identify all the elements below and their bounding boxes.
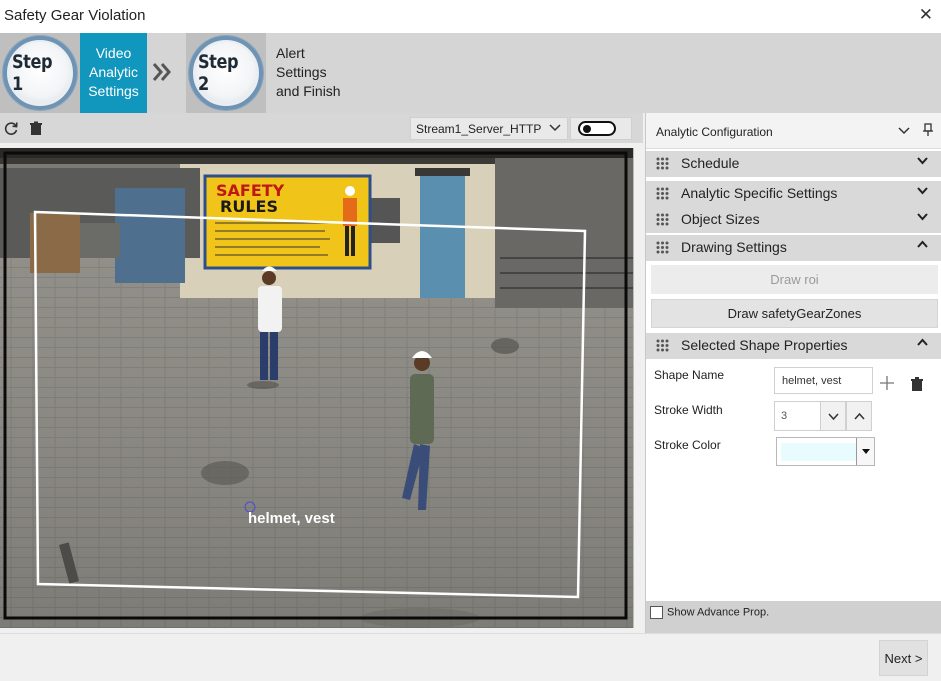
close-icon[interactable]: ✕ <box>919 5 933 25</box>
show-advance-label: Show Advance Prop. <box>667 606 770 619</box>
chevron-down-icon <box>549 121 561 136</box>
next-button[interactable]: Next > <box>879 640 928 676</box>
section-schedule-label: Schedule <box>681 155 740 171</box>
poster-text: RULES <box>220 197 278 216</box>
add-icon[interactable] <box>879 375 895 396</box>
stream-select[interactable]: Stream1_Server_HTTP <box>410 117 568 140</box>
show-advance-checkbox[interactable] <box>650 606 663 619</box>
title-bar: Safety Gear Violation ✕ <box>0 0 941 33</box>
step1-label[interactable]: Video Analytic Settings <box>80 33 147 113</box>
section-object-sizes[interactable]: Object Sizes <box>646 207 941 233</box>
stream-select-value: Stream1_Server_HTTP <box>416 122 542 136</box>
section-schedule[interactable]: Schedule <box>646 151 941 177</box>
section-selected-shape[interactable]: Selected Shape Properties <box>646 333 941 359</box>
zone-label: helmet, vest <box>248 510 335 527</box>
drag-handle-icon <box>656 339 669 352</box>
panel-header: Analytic Configuration <box>646 113 941 149</box>
drag-handle-icon <box>656 241 669 254</box>
chevron-down-icon <box>917 211 928 225</box>
step1-badge[interactable]: Step 1 <box>0 33 80 113</box>
section-analytic-specific[interactable]: Analytic Specific Settings <box>646 181 941 207</box>
toggle-knob <box>583 125 591 133</box>
pin-icon[interactable] <box>922 123 934 140</box>
panel-title: Analytic Configuration <box>656 125 773 139</box>
caret-down-icon[interactable] <box>856 438 874 465</box>
section-drawing-settings-label: Drawing Settings <box>681 239 787 255</box>
wizard-steps: Step 1 Video Analytic Settings Step 2 Al… <box>0 33 941 113</box>
drag-handle-icon <box>656 213 669 226</box>
chevron-up-icon <box>917 337 928 351</box>
stroke-color-picker[interactable] <box>776 437 875 466</box>
trash-icon[interactable] <box>910 376 924 397</box>
step1-label-line: Settings <box>88 83 139 99</box>
step2-label[interactable]: Alert Settings and Finish <box>268 33 358 113</box>
stroke-width-label: Stroke Width <box>654 403 723 417</box>
section-selected-shape-label: Selected Shape Properties <box>681 337 848 353</box>
draw-roi-button[interactable]: Draw roi <box>651 265 938 294</box>
step1-badge-text: Step 1 <box>11 51 53 95</box>
stroke-color-label: Stroke Color <box>654 438 721 452</box>
stroke-width-increment[interactable] <box>846 401 872 431</box>
refresh-icon[interactable] <box>2 119 20 137</box>
trash-icon[interactable] <box>27 119 45 137</box>
analytic-config-panel: Analytic Configuration Schedule Analytic… <box>645 113 941 633</box>
toggle-container <box>570 117 632 140</box>
stroke-color-swatch <box>781 443 859 461</box>
section-drawing-settings[interactable]: Drawing Settings <box>646 235 941 261</box>
chevron-down-icon <box>917 185 928 199</box>
chevron-down-icon <box>917 155 928 169</box>
chevron-down-icon <box>827 412 839 420</box>
step2-badge-text: Step 2 <box>197 51 239 95</box>
chevron-up-icon <box>853 412 865 420</box>
draw-zones-button[interactable]: Draw safetyGearZones <box>651 299 938 328</box>
step1-label-line: Analytic <box>88 64 139 80</box>
panel-footer: Show Advance Prop. <box>646 601 941 633</box>
video-frame: SAFETY RULES helmet, vest <box>0 148 633 628</box>
stroke-width-decrement[interactable] <box>820 401 846 431</box>
shape-name-label: Shape Name <box>654 368 725 382</box>
step2-label-line: Alert <box>276 45 305 61</box>
video-view[interactable]: SAFETY RULES helmet, vest <box>0 148 634 628</box>
step2-badge[interactable]: Step 2 <box>186 33 266 113</box>
chevron-up-icon <box>917 239 928 253</box>
section-analytic-specific-label: Analytic Specific Settings <box>681 185 838 201</box>
drag-handle-icon <box>656 187 669 200</box>
window-title: Safety Gear Violation <box>4 7 146 24</box>
shape-name-input[interactable]: helmet, vest <box>774 367 873 394</box>
drag-handle-icon <box>656 157 669 170</box>
double-chevron-right-icon <box>152 61 172 89</box>
chevron-down-icon[interactable] <box>898 124 910 139</box>
step2-label-line: and Finish <box>276 83 341 99</box>
stream-toggle[interactable] <box>578 121 616 136</box>
step1-label-line: Video <box>95 45 132 61</box>
bottom-bar <box>0 633 941 681</box>
section-object-sizes-label: Object Sizes <box>681 211 760 227</box>
step2-label-line: Settings <box>276 64 327 80</box>
